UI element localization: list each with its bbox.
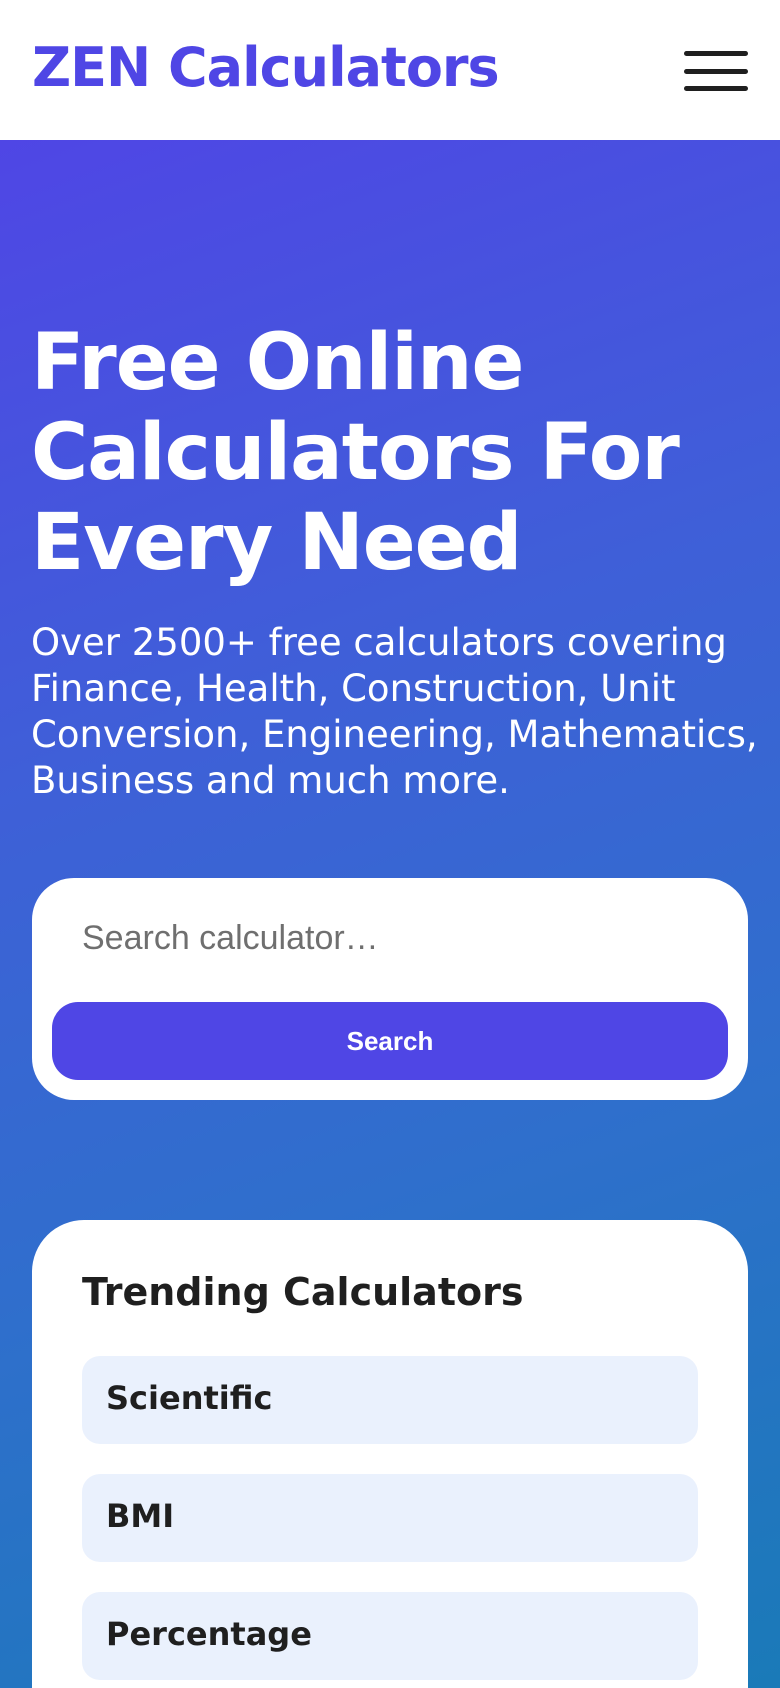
hamburger-menu-icon[interactable] — [678, 44, 750, 98]
hero-section: Free Online Calculators For Every Need O… — [0, 140, 780, 1688]
menu-bar — [684, 69, 748, 74]
site-header: ZEN Calculators — [0, 0, 780, 140]
hero-title-line: Every Need — [31, 498, 522, 588]
trending-item-scientific[interactable]: Scientific — [82, 1356, 698, 1444]
hero-title-line: Calculators For — [31, 408, 680, 498]
search-input[interactable] — [52, 898, 728, 978]
menu-bar — [684, 86, 748, 91]
hero-title: Free Online Calculators For Every Need — [31, 318, 751, 588]
trending-title: Trending Calculators — [82, 1270, 524, 1314]
hero-title-line: Free Online — [31, 318, 524, 408]
trending-item-bmi[interactable]: BMI — [82, 1474, 698, 1562]
trending-item-percentage[interactable]: Percentage — [82, 1592, 698, 1680]
trending-item-label: Percentage — [106, 1615, 312, 1653]
trending-item-label: BMI — [106, 1497, 175, 1535]
search-card: Search — [32, 878, 748, 1100]
trending-card: Trending Calculators Scientific BMI Perc… — [32, 1220, 748, 1688]
hero-subtitle: Over 2500+ free calculators covering Fin… — [31, 621, 758, 802]
search-button[interactable]: Search — [52, 1002, 728, 1080]
site-logo[interactable]: ZEN Calculators — [32, 36, 500, 99]
menu-bar — [684, 51, 748, 56]
trending-list: Scientific BMI Percentage — [82, 1356, 698, 1688]
trending-item-label: Scientific — [106, 1379, 273, 1417]
